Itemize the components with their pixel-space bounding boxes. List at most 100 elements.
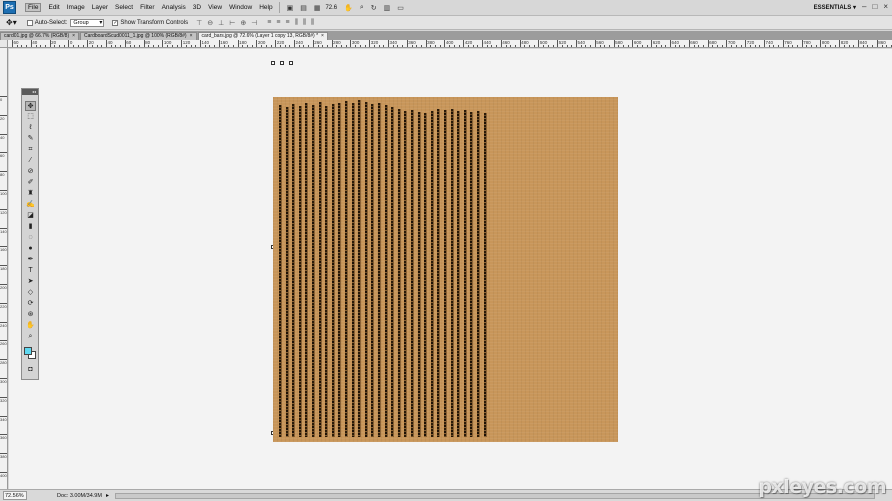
zoom-tool-icon[interactable]: ⌕ bbox=[25, 332, 36, 342]
eraser-tool-icon[interactable]: ◪ bbox=[25, 211, 36, 221]
tab-card-bars[interactable]: card_bars.jpg @ 72.6% (Layer 1 copy 13, … bbox=[197, 32, 328, 40]
brush-tool-icon[interactable]: ✐ bbox=[25, 178, 36, 188]
move-tool-icon[interactable]: ✥ bbox=[25, 101, 36, 111]
shape-tool-icon[interactable]: ◇ bbox=[25, 288, 36, 298]
hand-tool-icon[interactable]: ✋ bbox=[25, 321, 36, 331]
window-controls: – □ × bbox=[862, 2, 888, 11]
pen-tool-icon[interactable]: ✒ bbox=[25, 255, 36, 265]
align-bottom-icon[interactable]: ⊥ bbox=[218, 19, 224, 27]
zoom-field[interactable]: 72.56% bbox=[3, 491, 27, 500]
corrugated-stripe bbox=[417, 112, 420, 437]
gradient-tool-icon[interactable]: ▮ bbox=[25, 222, 36, 232]
quick-mask-icon[interactable]: ◘ bbox=[25, 365, 36, 375]
menu-layer[interactable]: Layer bbox=[92, 4, 108, 11]
zoom-level-readout[interactable]: 72.6 bbox=[325, 5, 337, 11]
menu-edit[interactable]: Edit bbox=[48, 4, 59, 11]
align-middle-icon[interactable]: ⊖ bbox=[207, 19, 213, 27]
ruler-minor-tick bbox=[232, 45, 234, 47]
move-tool-icon[interactable]: ✥▾ bbox=[6, 18, 17, 27]
ruler-minor-tick bbox=[618, 45, 620, 47]
menu-help[interactable]: Help bbox=[259, 4, 272, 11]
ruler-origin[interactable] bbox=[0, 40, 8, 48]
lasso-tool-icon[interactable]: ℓ bbox=[25, 123, 36, 133]
crop-tool-icon[interactable]: ⌗ bbox=[25, 145, 36, 155]
3d-rotate-tool-icon[interactable]: ⟳ bbox=[25, 299, 36, 309]
menu-view[interactable]: View bbox=[208, 4, 222, 11]
distribute-right-icon[interactable]: ⫼ bbox=[311, 19, 314, 27]
workspace-switcher[interactable]: ESSENTIALS ▾ bbox=[814, 4, 856, 11]
close-icon[interactable]: × bbox=[883, 2, 888, 11]
clone-stamp-tool-icon[interactable]: ♜ bbox=[25, 189, 36, 199]
ruler-minor-tick bbox=[359, 45, 361, 47]
hand-tool-icon[interactable]: ✋ bbox=[344, 4, 353, 12]
auto-select-option[interactable]: Auto-Select: Group bbox=[26, 18, 105, 27]
transform-handle[interactable] bbox=[271, 61, 275, 65]
ruler-label: 200 bbox=[0, 285, 7, 290]
ruler-minor-tick bbox=[411, 45, 413, 47]
arrange-documents-icon[interactable]: ▥ bbox=[384, 4, 391, 12]
align-top-icon[interactable]: ⊤ bbox=[196, 19, 202, 27]
tab-close-icon[interactable]: × bbox=[72, 33, 75, 40]
menu-analysis[interactable]: Analysis bbox=[162, 4, 186, 11]
ruler-minor-tick bbox=[96, 45, 98, 47]
vertical-ruler[interactable]: 0 20 40 60 80 100 120 140 160 180 200 220 240 260 280 3… bbox=[0, 40, 8, 489]
auto-select-dropdown[interactable]: Group bbox=[70, 18, 105, 27]
view-extras-icon[interactable]: ▦ bbox=[314, 4, 321, 12]
tab-cardboard-scud[interactable]: CardboardScud0011_1.jpg @ 100% (RGB/8#) … bbox=[80, 32, 197, 40]
history-brush-tool-icon[interactable]: ✍ bbox=[25, 200, 36, 210]
tab-close-icon[interactable]: × bbox=[321, 33, 324, 40]
distribute-center-icon[interactable]: ⫼ bbox=[303, 19, 306, 27]
menu-filter[interactable]: Filter bbox=[140, 4, 154, 11]
auto-select-checkbox[interactable] bbox=[26, 19, 33, 26]
rotate-view-icon[interactable]: ↻ bbox=[371, 4, 377, 12]
minimize-icon[interactable]: – bbox=[862, 2, 866, 11]
quick-selection-tool-icon[interactable]: ✎ bbox=[25, 134, 36, 144]
tab-close-icon[interactable]: × bbox=[190, 33, 193, 40]
distribute-top-icon[interactable]: ≡ bbox=[267, 19, 271, 27]
menu-3d[interactable]: 3D bbox=[193, 4, 201, 11]
ruler-minor-tick bbox=[378, 45, 380, 47]
menu-image[interactable]: Image bbox=[67, 4, 85, 11]
align-center-icon[interactable]: ⊕ bbox=[240, 19, 246, 27]
screen-mode-icon[interactable]: ▭ bbox=[397, 4, 404, 12]
document-size-info[interactable]: Doc: 3.00M/34.9M bbox=[57, 493, 102, 499]
tab-card01[interactable]: card01.jpg @ 66.7% (RGB/8) × bbox=[0, 32, 80, 40]
ruler-minor-tick bbox=[298, 45, 300, 47]
ruler-minor-tick bbox=[561, 45, 563, 47]
transform-controls-checkbox[interactable]: ✓ bbox=[112, 19, 119, 26]
eyedropper-tool-icon[interactable]: ⁄ bbox=[25, 156, 36, 166]
status-menu-arrow-icon[interactable]: ▸ bbox=[106, 492, 109, 499]
maximize-icon[interactable]: □ bbox=[872, 2, 877, 11]
align-left-icon[interactable]: ⊢ bbox=[229, 19, 235, 27]
path-selection-tool-icon[interactable]: ➤ bbox=[25, 277, 36, 287]
blur-tool-icon[interactable]: ◌ bbox=[25, 233, 36, 243]
menu-select[interactable]: Select bbox=[115, 4, 133, 11]
distribute-bottom-icon[interactable]: ≡ bbox=[285, 19, 289, 27]
foreground-color-swatch[interactable] bbox=[24, 347, 32, 355]
canvas-area[interactable] bbox=[9, 49, 892, 489]
transform-controls-option[interactable]: ✓ Show Transform Controls bbox=[112, 19, 188, 26]
horizontal-ruler[interactable]: 60 40 20 0 20 40 60 80 100 120 140 160 180 200 220 240 2… bbox=[8, 40, 892, 48]
ruler-minor-tick bbox=[458, 45, 460, 47]
menu-file[interactable]: File bbox=[25, 3, 42, 12]
tools-panel-header[interactable]: ◂◂ bbox=[22, 89, 38, 95]
ruler-minor-tick bbox=[402, 45, 404, 47]
distribute-left-icon[interactable]: ⫼ bbox=[295, 19, 298, 27]
mini-bridge-icon[interactable]: ▤ bbox=[300, 4, 307, 12]
ruler-minor-tick bbox=[449, 45, 451, 47]
menu-window[interactable]: Window bbox=[229, 4, 252, 11]
3d-camera-tool-icon[interactable]: ⊛ bbox=[25, 310, 36, 320]
align-right-icon[interactable]: ⊣ bbox=[251, 19, 257, 27]
healing-brush-tool-icon[interactable]: ⊘ bbox=[25, 167, 36, 177]
ruler-minor-tick bbox=[693, 45, 695, 47]
type-tool-icon[interactable]: T bbox=[25, 266, 36, 276]
dodge-tool-icon[interactable]: ● bbox=[25, 244, 36, 254]
transform-handle[interactable] bbox=[280, 61, 284, 65]
zoom-tool-icon[interactable]: ⌕ bbox=[360, 4, 364, 12]
marquee-tool-icon[interactable]: ⬚ bbox=[25, 112, 36, 122]
distribute-middle-icon[interactable]: ≡ bbox=[276, 19, 280, 27]
document-canvas[interactable] bbox=[273, 97, 618, 442]
options-bar: ✥▾ Auto-Select: Group ✓ Show Transform C… bbox=[0, 16, 892, 30]
transform-handle[interactable] bbox=[289, 61, 293, 65]
launch-bridge-icon[interactable]: ▣ bbox=[287, 4, 294, 12]
